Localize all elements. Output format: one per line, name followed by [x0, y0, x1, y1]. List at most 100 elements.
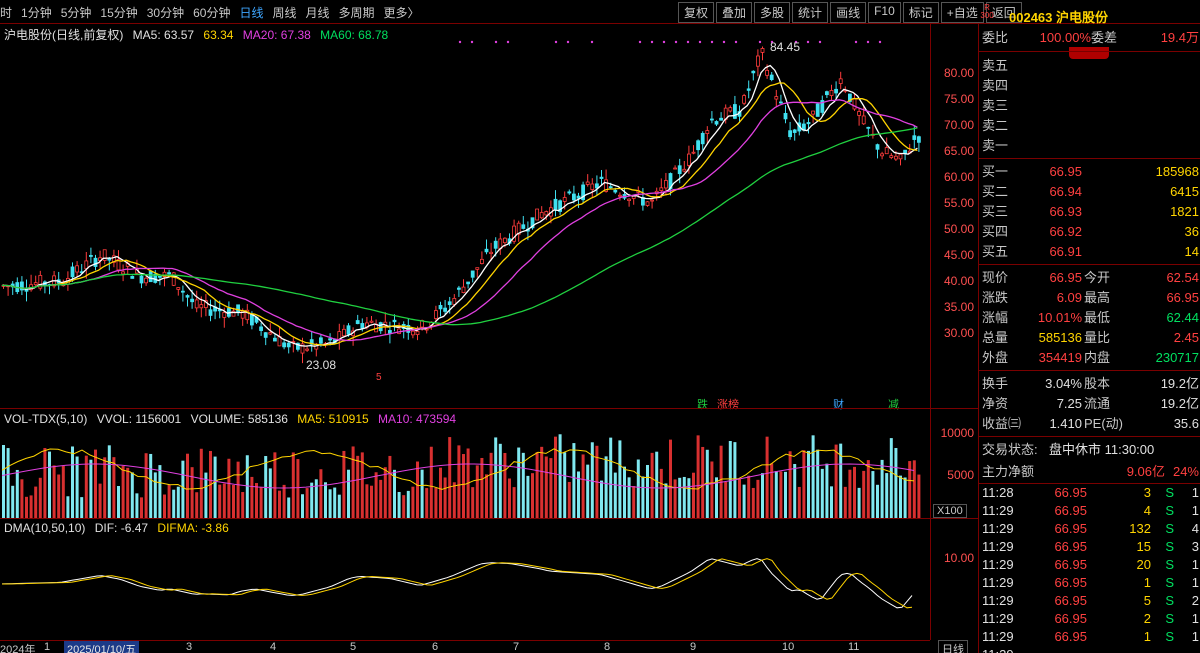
buy-price: 66.93: [1049, 204, 1082, 219]
tick-row: 11:29 66.95 4 S 1: [979, 502, 1200, 520]
ma60-line: [1, 127, 918, 326]
volume-bar: [71, 446, 74, 518]
volume-bar: [765, 436, 769, 518]
price-tick-label: 75.00: [943, 92, 974, 106]
candle-body: [475, 267, 480, 270]
candle-body: [769, 74, 774, 81]
tab-period-10[interactable]: 更多〉: [384, 4, 420, 21]
volume-bar: [853, 466, 856, 518]
volume-label: VOLUME: 585136: [190, 412, 288, 426]
candle-body: [599, 176, 604, 179]
toolbar-button-1[interactable]: 叠加: [716, 2, 753, 23]
tab-period-7[interactable]: 周线: [272, 4, 296, 21]
candle-body: [286, 342, 291, 348]
tab-period-4[interactable]: 30分钟: [147, 4, 184, 21]
toolbar-button-4[interactable]: 画线: [830, 2, 867, 23]
volume-bar: [600, 480, 603, 518]
tab-period-3[interactable]: 15分钟: [100, 4, 137, 21]
kline-chart[interactable]: 84.4523.08跌 涨榜财减5: [0, 24, 930, 640]
tab-period-6[interactable]: 日线: [239, 4, 263, 21]
toolbar-button-6[interactable]: 标记: [902, 2, 939, 23]
toolbar-button-3[interactable]: 统计: [792, 2, 829, 23]
stat-row: 总量 585136 量比 2.45: [979, 328, 1200, 348]
candle-body: [714, 121, 719, 125]
volume-tick-label: 10000: [940, 426, 974, 440]
volume-bar: [549, 458, 553, 518]
tick-row: 11:29 66.95 20 S 1: [979, 556, 1200, 574]
toolbar-button-0[interactable]: 复权: [678, 2, 715, 23]
candle-body: [553, 198, 558, 210]
candle-body: [562, 197, 567, 202]
volume-bar: [784, 471, 787, 518]
volume-bar: [443, 477, 447, 518]
candle-body: [889, 155, 894, 158]
candle-body: [645, 201, 650, 206]
ma10-label: 63.34: [203, 28, 234, 42]
volume-bar: [347, 469, 350, 518]
tick-price: 66.95: [1054, 557, 1087, 572]
tab-period-0[interactable]: 时: [0, 4, 12, 21]
tick-time: 11:29: [982, 557, 1014, 572]
candle-body: [765, 69, 769, 76]
volume-bar: [682, 476, 686, 518]
candle-body: [447, 301, 452, 306]
volume-bar: [885, 473, 889, 518]
tab-period-2[interactable]: 5分钟: [61, 4, 92, 21]
candle-body: [282, 342, 287, 348]
candle-body: [89, 255, 93, 257]
volume-bar: [687, 478, 691, 518]
fund-label: 净资: [982, 396, 1009, 411]
volume-bar: [457, 445, 461, 518]
dma-tick-label: 10.00: [943, 551, 974, 565]
tick-time: 11:29: [982, 629, 1014, 644]
volume-bar: [98, 483, 102, 518]
stat-value-2: 62.54: [1166, 270, 1199, 285]
divider: [979, 51, 1200, 52]
buy-label: 买三: [982, 204, 1009, 219]
volume-bar: [190, 467, 194, 518]
fund-value-2: 19.2亿: [1160, 376, 1199, 391]
signal-dot: [650, 40, 654, 44]
volume-bar: [572, 443, 576, 518]
volume-bar: [894, 448, 898, 518]
candle-body: [190, 298, 195, 303]
volume-bar: [121, 466, 125, 518]
date-label: 10: [782, 641, 795, 653]
tab-period-9[interactable]: 多周期: [339, 4, 375, 21]
stat-label: 现价: [982, 270, 1009, 285]
netflow-label: 主力净额: [982, 464, 1035, 479]
candle-body: [489, 251, 494, 255]
tick-price: 66.95: [1054, 539, 1087, 554]
toolbar-button-7[interactable]: +自选: [940, 2, 984, 23]
fund-value: 7.25: [1056, 396, 1082, 411]
candle-body: [746, 88, 751, 91]
tick-side: S: [1165, 575, 1174, 590]
toolbar-button-5[interactable]: F10: [868, 2, 901, 23]
tab-period-5[interactable]: 60分钟: [193, 4, 230, 21]
volume-bar: [448, 437, 452, 518]
tick-volume: 20: [1136, 557, 1151, 572]
dma-title: DMA(10,50,10): [4, 521, 86, 535]
price-tick-label: 40.00: [943, 274, 974, 288]
period-button[interactable]: 日线: [938, 640, 968, 653]
volume-bar: [761, 473, 764, 518]
tab-period-8[interactable]: 月线: [306, 4, 330, 21]
candle-body: [576, 195, 581, 199]
volume-bar: [144, 453, 148, 518]
buy-row: 买三 66.93 1821: [979, 202, 1200, 222]
candle-body: [783, 112, 788, 120]
netflow-pct: 24%: [1172, 464, 1199, 479]
tick-time: 11:29: [982, 521, 1014, 536]
volume-bar: [526, 475, 530, 518]
stat-label-2: 量比: [1084, 330, 1111, 345]
volume-bar: [314, 479, 318, 518]
toolbar-button-2[interactable]: 多股: [754, 2, 791, 23]
tick-side: S: [1165, 521, 1174, 536]
tick-volume: 15: [1136, 539, 1151, 554]
date-label: 2025/01/10/五: [64, 641, 140, 653]
tick-time: 11:29: [982, 646, 1014, 653]
signal-dot: [554, 40, 558, 44]
volume-bar: [793, 463, 797, 518]
tab-period-1[interactable]: 1分钟: [21, 4, 52, 21]
volume-bar: [820, 468, 824, 518]
